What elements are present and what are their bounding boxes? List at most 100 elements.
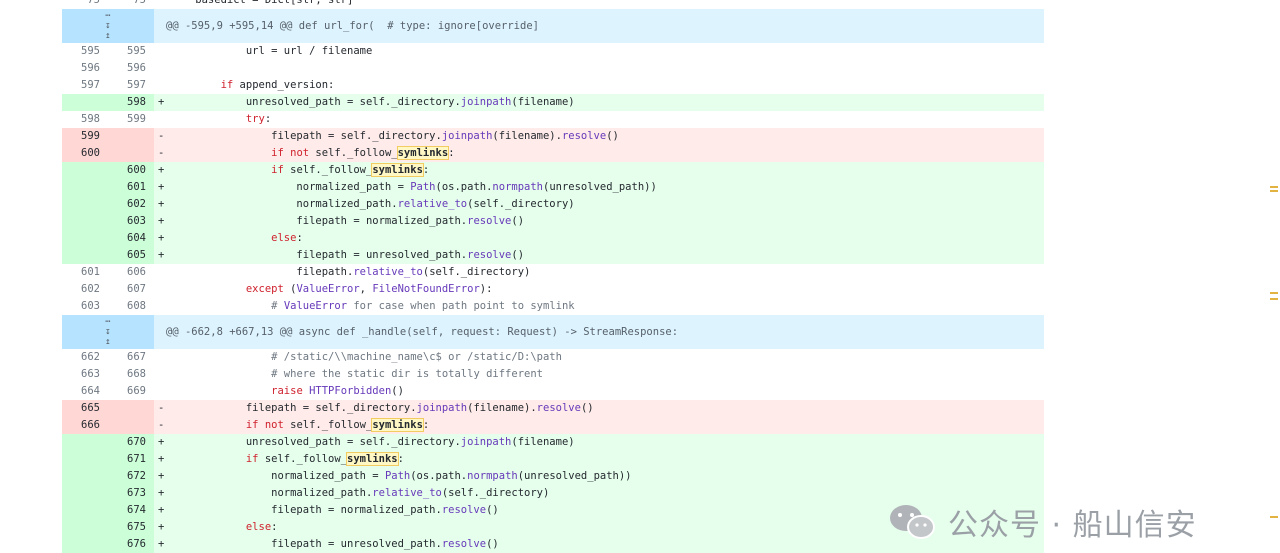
diff-line: 599 - filepath = self._directory.joinpath… (62, 128, 1044, 145)
new-line-number[interactable]: 601 (108, 179, 154, 196)
code-text: basedict = Dict[str, str] (170, 0, 354, 6)
code-text: else: (271, 232, 303, 244)
old-line-number[interactable] (62, 485, 108, 502)
old-line-number[interactable]: 596 (62, 60, 108, 77)
scroll-marker (1270, 186, 1278, 188)
diff-line: 598 + unresolved_path = self._directory.j… (62, 94, 1044, 111)
diff-marker (154, 77, 170, 94)
new-line-number[interactable]: 604 (108, 230, 154, 247)
old-line-number[interactable]: 600 (62, 145, 108, 162)
old-line-number[interactable]: 597 (62, 77, 108, 94)
new-line-number[interactable] (108, 145, 154, 162)
code-text: filepath.relative_to(self._directory) (170, 266, 531, 278)
old-line-number[interactable]: 603 (62, 298, 108, 315)
old-line-number[interactable]: 662 (62, 349, 108, 366)
diff-marker: + (158, 181, 165, 193)
new-line-number[interactable]: 676 (108, 536, 154, 553)
hunk-header[interactable]: ⋯ ↧ ↥ @@ -662,8 +667,13 @@ async def _handl… (62, 315, 1044, 349)
old-line-number[interactable] (62, 196, 108, 213)
old-line-number[interactable]: 75 (62, 0, 108, 9)
diff-line: 663 668 # where the static dir is totally… (62, 366, 1044, 383)
old-line-number[interactable] (62, 451, 108, 468)
diff-marker: + (158, 96, 165, 108)
new-line-number[interactable]: 602 (108, 196, 154, 213)
code-text: raise HTTPForbidden() (271, 385, 404, 397)
new-line-number[interactable] (108, 128, 154, 145)
new-line-number[interactable] (108, 400, 154, 417)
new-line-number[interactable]: 669 (108, 383, 154, 400)
new-line-number[interactable]: 668 (108, 366, 154, 383)
old-line-number[interactable] (62, 468, 108, 485)
code-text: if self._follow_symlinks: (245, 452, 404, 466)
hunk-header[interactable]: ⋯ ↧ ↥ @@ -595,9 +595,14 @@ def url_for( # t… (62, 9, 1044, 43)
code-text: # /static/\\machine_name\c$ or /static/D… (271, 351, 562, 363)
diff-marker: + (158, 470, 165, 482)
diff-marker (154, 383, 170, 400)
diff-marker (154, 349, 170, 366)
new-line-number[interactable] (108, 417, 154, 434)
new-line-number[interactable]: 606 (108, 264, 154, 281)
new-line-number[interactable]: 596 (108, 60, 154, 77)
old-line-number[interactable] (62, 213, 108, 230)
old-line-number[interactable] (62, 179, 108, 196)
new-line-number[interactable]: 608 (108, 298, 154, 315)
diff-view: 75 75 basedict = Dict[str, str] ⋯ ↧ ↥ @@ -595… (62, 0, 1044, 553)
code-text: filepath = self._directory.joinpath(file… (170, 402, 594, 414)
diff-line: 596 596 (62, 60, 1044, 77)
new-line-number[interactable]: 595 (108, 43, 154, 60)
old-line-number[interactable]: 599 (62, 128, 108, 145)
code-text: normalized_path = Path(os.path.normpath(… (170, 470, 632, 482)
diff-line: 665 - filepath = self._directory.joinpath… (62, 400, 1044, 417)
code-text: if not self._follow_symlinks: (245, 418, 430, 432)
old-line-number[interactable] (62, 94, 108, 111)
new-line-number[interactable]: 603 (108, 213, 154, 230)
old-line-number[interactable]: 663 (62, 366, 108, 383)
old-line-number[interactable] (62, 519, 108, 536)
code-text: try: (245, 113, 272, 125)
code-text: unresolved_path = self._directory.joinpa… (170, 436, 575, 448)
old-line-number[interactable] (62, 162, 108, 179)
expand-icon[interactable]: ⋯ ↧ ↥ (62, 315, 154, 349)
old-line-number[interactable] (62, 247, 108, 264)
old-line-number[interactable]: 666 (62, 417, 108, 434)
diff-marker (154, 298, 170, 315)
old-line-number[interactable]: 665 (62, 400, 108, 417)
code-text: normalized_path = Path(os.path.normpath(… (170, 181, 657, 193)
diff-line: 600 - if not self._follow_symlinks: (62, 145, 1044, 162)
diff-marker: + (158, 198, 165, 210)
new-line-number[interactable]: 600 (108, 162, 154, 179)
diff-marker (154, 111, 170, 128)
new-line-number[interactable]: 607 (108, 281, 154, 298)
new-line-number[interactable]: 667 (108, 349, 154, 366)
diff-line: 662 667 # /static/\\machine_name\c$ or /s… (62, 349, 1044, 366)
old-line-number[interactable]: 602 (62, 281, 108, 298)
new-line-number[interactable]: 675 (108, 519, 154, 536)
code-text: normalized_path.relative_to(self._direct… (170, 198, 575, 210)
new-line-number[interactable]: 673 (108, 485, 154, 502)
new-line-number[interactable]: 674 (108, 502, 154, 519)
new-line-number[interactable]: 671 (108, 451, 154, 468)
old-line-number[interactable]: 598 (62, 111, 108, 128)
diff-marker: + (158, 215, 165, 227)
new-line-number[interactable]: 672 (108, 468, 154, 485)
old-line-number[interactable] (62, 536, 108, 553)
old-line-number[interactable]: 595 (62, 43, 108, 60)
code-text: # where the static dir is totally differ… (271, 368, 543, 380)
old-line-number[interactable] (62, 434, 108, 451)
new-line-number[interactable]: 605 (108, 247, 154, 264)
new-line-number[interactable]: 597 (108, 77, 154, 94)
expand-icon[interactable]: ⋯ ↧ ↥ (62, 9, 154, 43)
new-line-number[interactable]: 598 (108, 94, 154, 111)
code-text: if self._follow_symlinks: (271, 163, 430, 177)
code-text: filepath = unresolved_path.resolve() (170, 249, 525, 261)
old-line-number[interactable]: 601 (62, 264, 108, 281)
new-line-number[interactable]: 670 (108, 434, 154, 451)
diff-line: 598 599 try: (62, 111, 1044, 128)
diff-marker: - (158, 130, 165, 142)
old-line-number[interactable] (62, 230, 108, 247)
diff-marker: - (158, 402, 165, 414)
old-line-number[interactable]: 664 (62, 383, 108, 400)
old-line-number[interactable] (62, 502, 108, 519)
new-line-number[interactable]: 599 (108, 111, 154, 128)
new-line-number[interactable]: 75 (108, 0, 154, 9)
